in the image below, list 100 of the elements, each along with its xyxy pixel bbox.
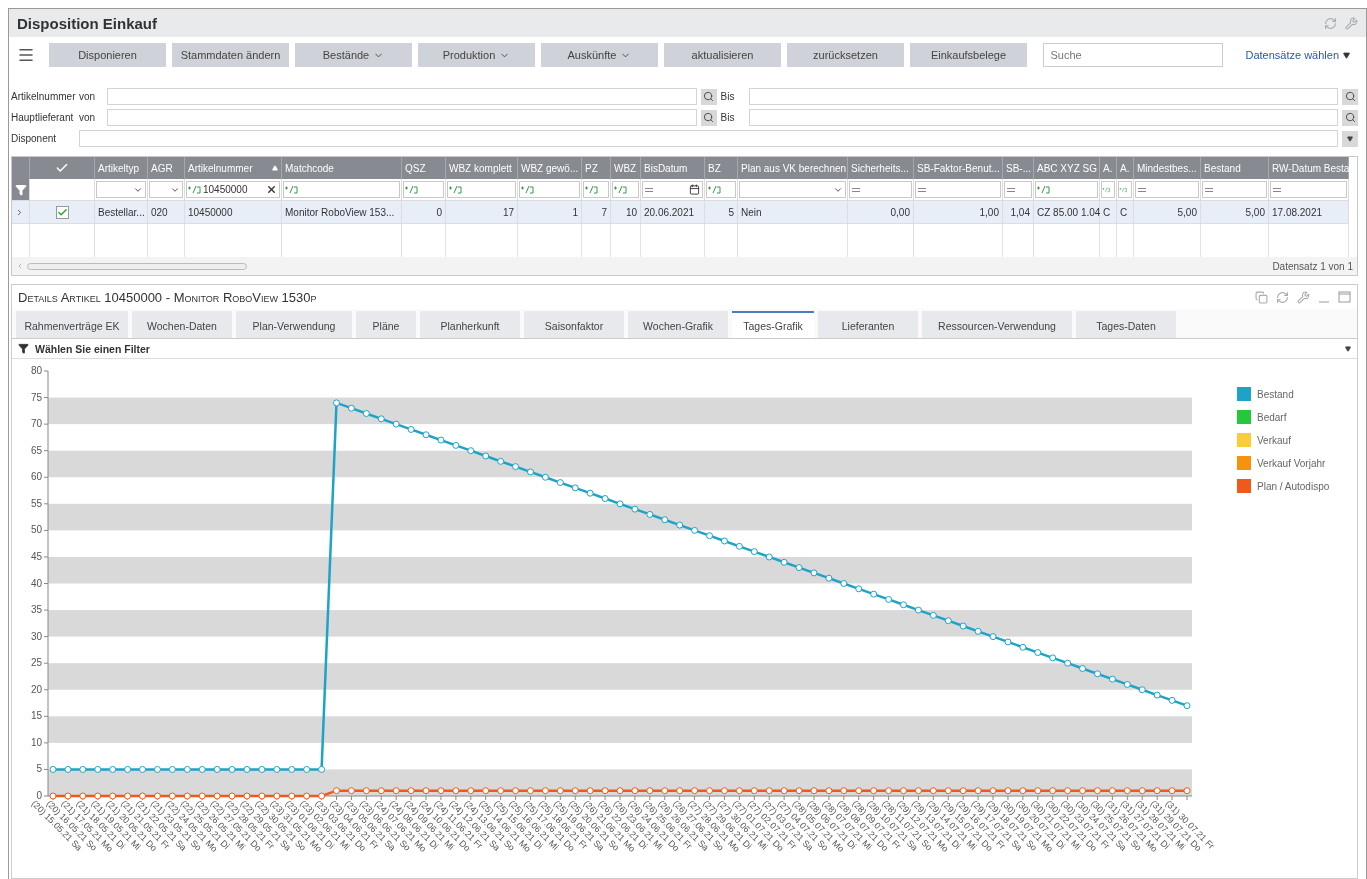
tab[interactable]: Planherkunft (420, 311, 520, 338)
wrench-icon[interactable] (1297, 290, 1310, 304)
table-cell: 5,00 (1134, 201, 1201, 223)
column-header[interactable]: AGR (148, 157, 185, 179)
table-cell: 1,04 (1003, 201, 1034, 223)
operator-icon (404, 184, 418, 195)
tab[interactable]: Saisonfaktor (524, 311, 624, 338)
tick-label: 40 (30, 577, 42, 589)
column-header[interactable]: Plan aus VK berechnen (738, 157, 848, 179)
column-header[interactable]: A. (1117, 157, 1134, 179)
tick-label: 0 (36, 790, 42, 801)
table-cell: 1,00 (914, 201, 1003, 223)
toolbar-button[interactable]: Stammdaten ändern (172, 43, 289, 67)
column-header[interactable]: A. (1100, 157, 1117, 179)
tick-label: 35 (30, 604, 42, 616)
tick-label: 80 (30, 365, 42, 376)
tab[interactable]: Pläne (356, 311, 416, 338)
tab[interactable]: Lieferanten (818, 311, 918, 338)
scrollbar[interactable] (27, 262, 247, 270)
tick-label: 5 (36, 763, 42, 775)
table-cell: 0,00 (848, 201, 914, 223)
column-header[interactable]: SB-... (1003, 157, 1034, 179)
legend-label: Verkauf (1257, 434, 1291, 446)
toolbar-button[interactable]: Einkaufsbelege (910, 43, 1027, 67)
column-header[interactable]: Bestand (1201, 157, 1269, 179)
tab[interactable]: Ressourcen-Verwendung (922, 311, 1072, 338)
clear-icon[interactable] (266, 184, 277, 195)
dropdown-field[interactable] (79, 130, 1338, 147)
tab[interactable]: Wochen-Daten (132, 311, 232, 338)
input-field[interactable] (748, 88, 1338, 105)
tab[interactable]: Wochen-Grafik (628, 311, 728, 338)
column-header[interactable]: BZ (705, 157, 738, 179)
tab[interactable]: Tages-Grafik (732, 311, 814, 338)
filter-placeholder[interactable]: Wählen Sie einen Filter (35, 342, 150, 355)
tick-label: 20 (30, 683, 42, 695)
input-field[interactable] (107, 109, 697, 126)
column-header[interactable]: ABC XYZ SG (1034, 157, 1100, 179)
column-header[interactable]: RW-Datum Besta (1269, 157, 1349, 179)
table-cell: 20.06.2021 (641, 201, 705, 223)
input-field[interactable] (107, 88, 697, 105)
toolbar-button[interactable]: Disponieren (49, 43, 166, 67)
column-header[interactable]: Artikeltyp (95, 157, 148, 179)
table-cell: Bestellar... (95, 201, 148, 223)
search-button[interactable] (1342, 109, 1358, 126)
column-header[interactable]: WBZ komplett (446, 157, 518, 179)
column-header[interactable]: SB-Faktor-Benut... (914, 157, 1003, 179)
dropdown-button[interactable] (1342, 130, 1358, 147)
tab[interactable]: Plan-Verwendung (236, 311, 352, 338)
table-cell: 17 (446, 201, 518, 223)
search-button[interactable] (700, 109, 717, 126)
column-header[interactable]: WBZ gewö... (518, 157, 582, 179)
tick-label: 15 (30, 710, 42, 722)
input-field[interactable] (748, 109, 1338, 126)
filter-label: Artikelnummer (11, 91, 75, 102)
legend-label: Bestand (1257, 388, 1294, 400)
filter-label: Hauptlieferant (11, 112, 75, 123)
tab[interactable]: Tages-Daten (1076, 311, 1176, 338)
tick-label: 10 (30, 736, 42, 748)
operator-icon (613, 184, 627, 195)
table-row[interactable]: Bestellar... 020 10450000 Monitor RoboView 153... 0 17 1 7 10 20.06.2021 5 Nein 0,00 1,00 1,04 CZ 85.00 1.04 C C 5,00 5,00 17.08.2021 (12, 201, 1357, 223)
column-header[interactable]: BisDatum (641, 157, 705, 179)
search-field[interactable]: Suche (1043, 43, 1224, 67)
search-button[interactable] (1342, 88, 1358, 105)
table-cell: 7 (582, 201, 611, 223)
filter-field[interactable]: 10450000 (186, 181, 280, 198)
table-cell: 0 (402, 201, 446, 223)
column-header[interactable] (30, 157, 95, 179)
search-button[interactable] (700, 88, 717, 105)
toolbar-button[interactable]: Auskünfte (541, 43, 658, 67)
toolbar-button[interactable]: Bestände (295, 43, 412, 67)
tick-label: 65 (30, 444, 42, 456)
column-header[interactable]: QSZ (402, 157, 446, 179)
scroll-left-icon[interactable] (16, 262, 24, 270)
window-title: Disposition Einkauf (17, 14, 157, 32)
calendar-icon[interactable] (689, 184, 700, 195)
tab[interactable]: Rahmenverträge EK (16, 311, 128, 338)
column-header[interactable]: WBZ (611, 157, 641, 179)
operator-icon (1036, 184, 1050, 195)
refresh-icon[interactable] (1276, 290, 1289, 304)
caret-icon[interactable] (1345, 345, 1351, 352)
tick-label: 25 (30, 657, 42, 669)
wrench-icon[interactable] (1345, 16, 1358, 30)
column-header[interactable]: Mindestbes... (1134, 157, 1201, 179)
records-link[interactable]: Datensätze wählen (1245, 49, 1350, 61)
column-header[interactable]: Sicherheits... (848, 157, 914, 179)
checkbox[interactable] (55, 205, 69, 219)
toolbar-button[interactable]: aktualisieren (664, 43, 781, 67)
operator-icon (584, 184, 598, 195)
column-header[interactable]: Matchcode (282, 157, 402, 179)
details-title: Details Artikel 10450000 - Monitor RoboView 1530p (18, 289, 317, 305)
refresh-icon[interactable] (1324, 16, 1337, 30)
maximize-icon[interactable] (1338, 291, 1351, 303)
toolbar-button[interactable]: zurücksetzen (787, 43, 904, 67)
column-header[interactable]: PZ (582, 157, 611, 179)
toolbar-button[interactable]: Produktion (418, 43, 535, 67)
legend-label: Bedarf (1257, 411, 1287, 423)
column-header[interactable]: Artikelnummer (185, 157, 282, 179)
search-icon (703, 112, 714, 123)
menu-icon[interactable] (17, 46, 35, 64)
copy-icon[interactable] (1255, 290, 1268, 304)
